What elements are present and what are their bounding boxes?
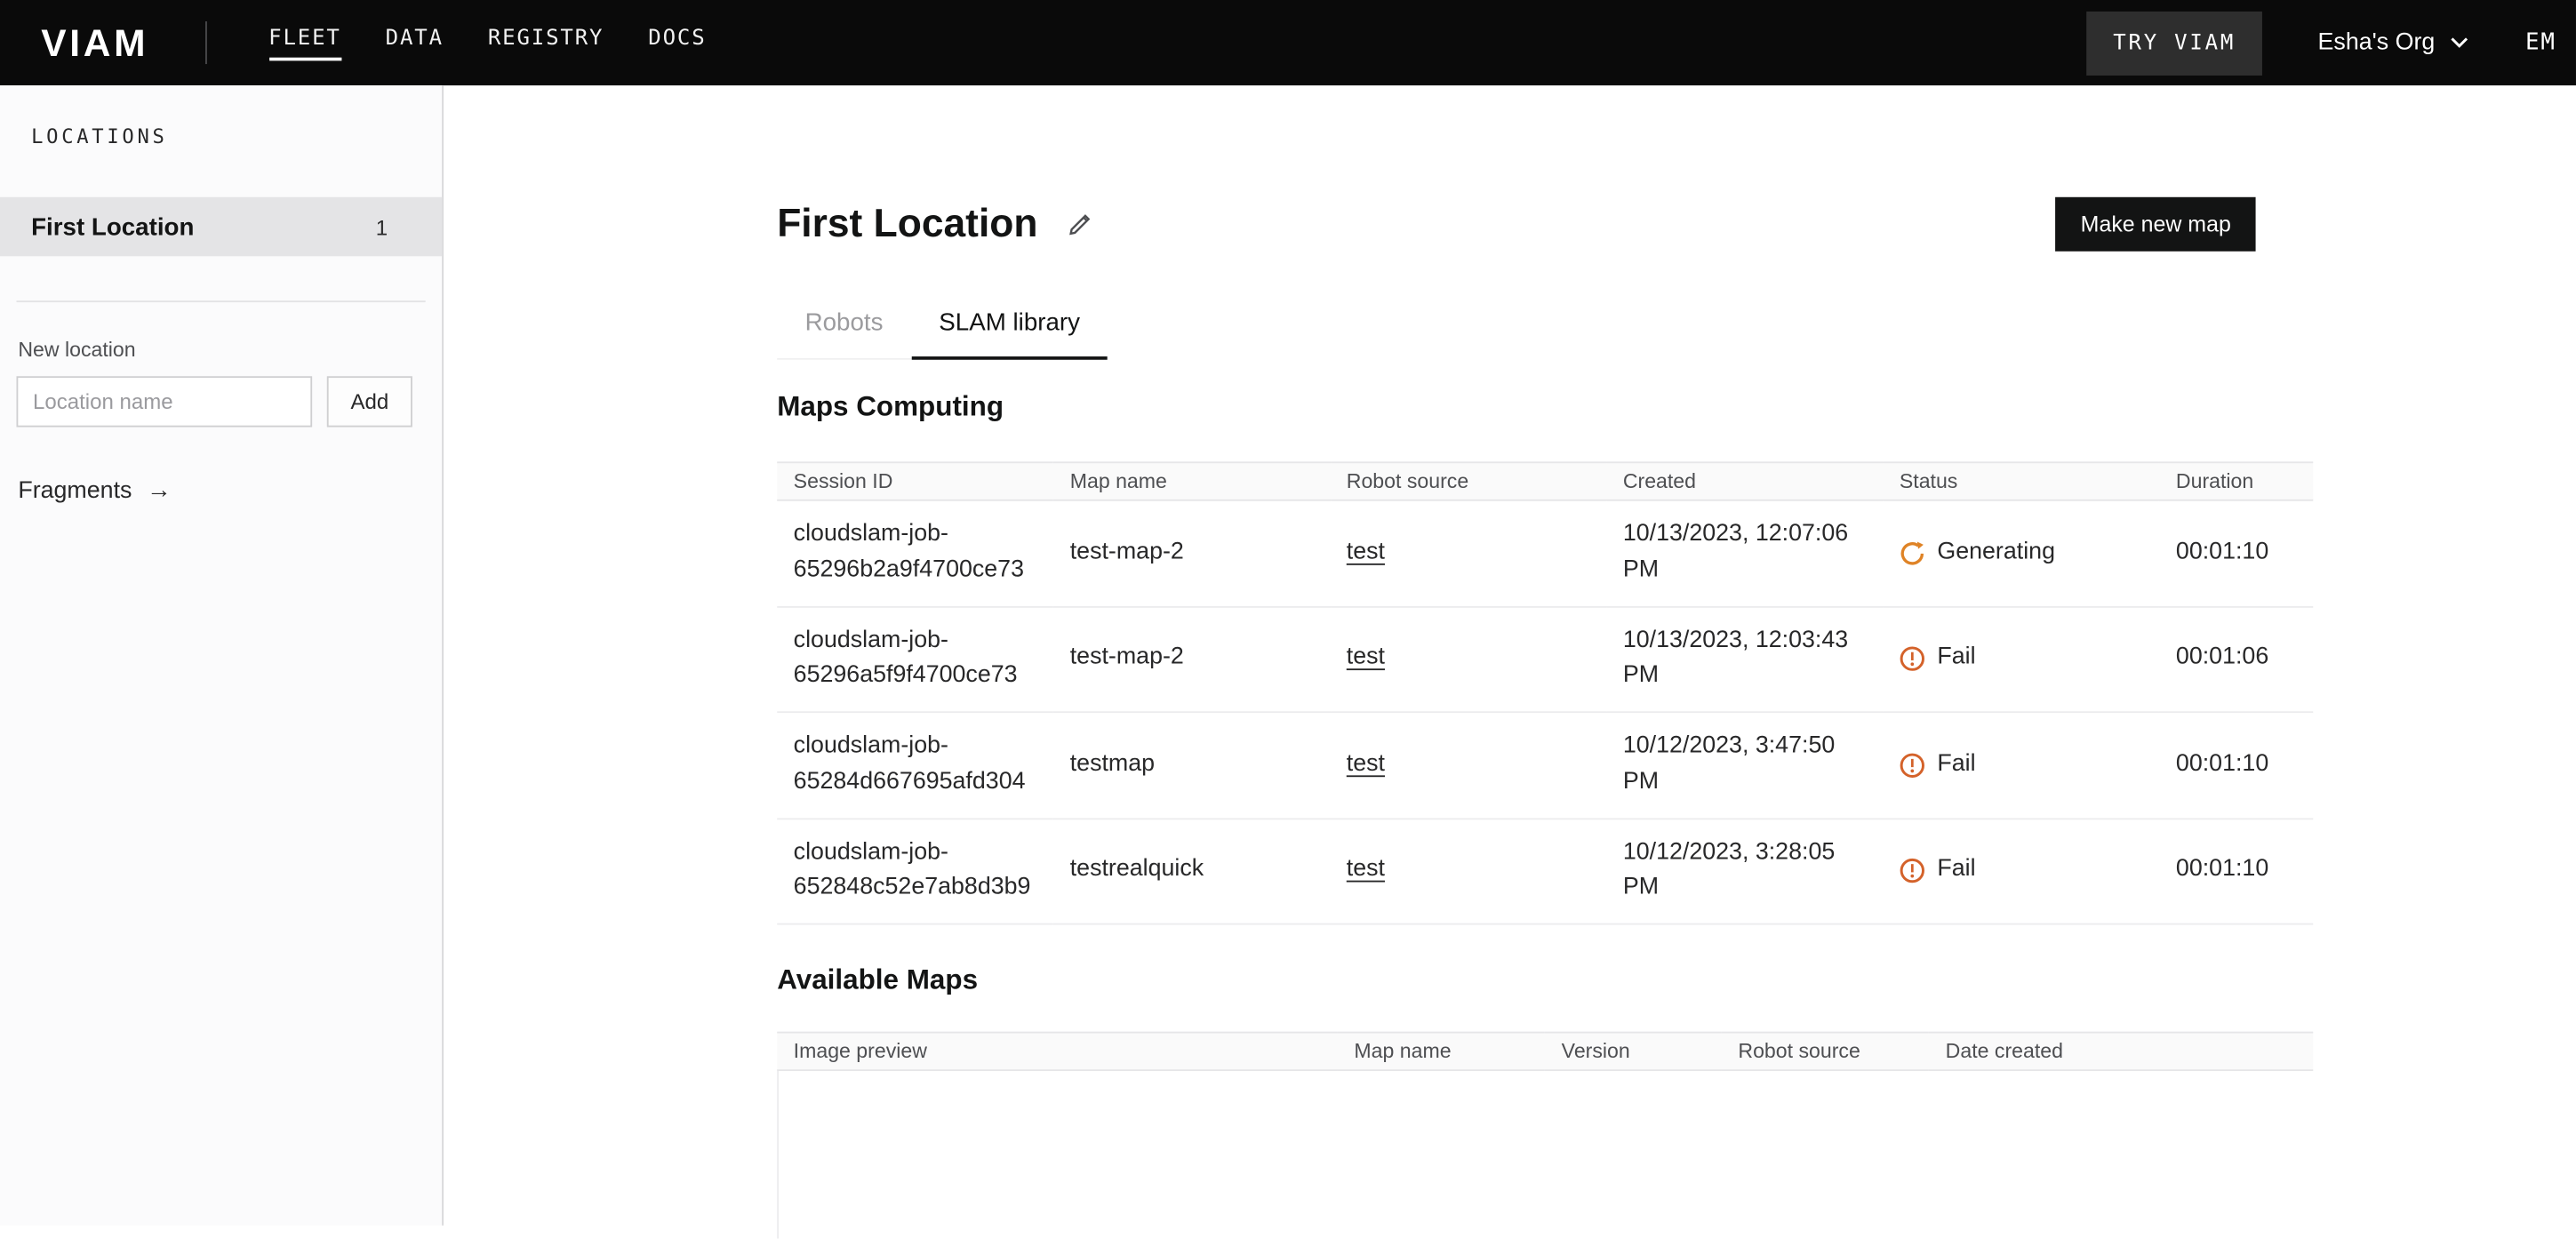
- nav-fleet[interactable]: FLEET: [268, 26, 341, 60]
- new-location-form: Add: [16, 376, 425, 427]
- try-viam-button[interactable]: TRY VIAM: [2087, 11, 2262, 75]
- map-name-cell: test-map-2: [1053, 606, 1330, 712]
- top-nav-bar: VIAM FLEET DATA REGISTRY DOCS TRY VIAM E…: [0, 0, 2576, 85]
- table-row: cloudslam-job-652848c52e7ab8d3b9 testrea…: [777, 818, 2313, 923]
- nav-docs[interactable]: DOCS: [648, 26, 706, 60]
- nav-data[interactable]: DATA: [386, 26, 444, 60]
- map-name-cell: testrealquick: [1053, 818, 1330, 923]
- edit-title-icon[interactable]: [1066, 211, 1092, 237]
- topbar-divider: [204, 21, 206, 64]
- robot-source-link[interactable]: test: [1347, 857, 1385, 883]
- viam-logo[interactable]: VIAM: [41, 20, 148, 65]
- fail-icon: [1900, 646, 1926, 673]
- make-new-map-button[interactable]: Make new map: [2056, 197, 2256, 252]
- duration-cell: 00:01:06: [2159, 606, 2313, 712]
- available-maps-empty: [777, 1071, 2313, 1239]
- duration-cell: 00:01:10: [2159, 712, 2313, 818]
- column-header-duration: Duration: [2159, 462, 2313, 500]
- duration-cell: 00:01:10: [2159, 818, 2313, 923]
- robot-source-link[interactable]: test: [1347, 750, 1385, 777]
- fail-icon: [1900, 752, 1926, 779]
- primary-nav: FLEET DATA REGISTRY DOCS: [268, 26, 706, 60]
- column-header-status: Status: [1883, 462, 2159, 500]
- fail-icon: [1900, 858, 1926, 884]
- sidebar-divider: [16, 300, 425, 302]
- sidebar-item-first-location[interactable]: First Location 1: [0, 197, 442, 257]
- column-header-robot-source: Robot source: [1330, 462, 1606, 500]
- status-label: Generating: [1937, 535, 2055, 571]
- locations-heading: LOCATIONS: [0, 85, 442, 148]
- column-header-session-id: Session ID: [777, 462, 1053, 500]
- tab-bar: Robots SLAM library: [777, 300, 1108, 360]
- created-cell: 10/12/2023, 3:47:50 PM: [1606, 712, 1883, 818]
- app-window: VIAM FLEET DATA REGISTRY DOCS TRY VIAM E…: [0, 0, 2576, 1226]
- org-menu[interactable]: Esha's Org: [2318, 29, 2470, 56]
- location-count-badge: 1: [376, 214, 388, 239]
- status-label: Fail: [1937, 747, 1975, 783]
- map-name-cell: testmap: [1053, 712, 1330, 818]
- topbar-right-group: TRY VIAM Esha's Org EM: [2087, 11, 2576, 75]
- column-header-date-created: Date created: [1929, 1033, 2313, 1071]
- page-title: First Location: [777, 197, 1037, 252]
- add-location-button[interactable]: Add: [327, 376, 412, 427]
- robot-source-link[interactable]: test: [1347, 644, 1385, 671]
- available-maps-heading: Available Maps: [777, 961, 2313, 999]
- table-row: cloudslam-job-65296a5f9f4700ce73 test-ma…: [777, 606, 2313, 712]
- maps-computing-heading: Maps Computing: [777, 388, 2313, 426]
- session-id-cell: cloudslam-job-65296a5f9f4700ce73: [777, 606, 1053, 712]
- column-header-image-preview: Image preview: [777, 1033, 1338, 1071]
- created-cell: 10/12/2023, 3:28:05 PM: [1606, 818, 1883, 923]
- created-cell: 10/13/2023, 12:03:43 PM: [1606, 606, 1883, 712]
- column-header-map-name: Map name: [1338, 1033, 1545, 1071]
- status-badge: Fail: [1900, 641, 2143, 676]
- new-location-label: New location: [18, 339, 442, 362]
- status-badge: Generating: [1900, 535, 2143, 571]
- status-label: Fail: [1937, 641, 1975, 676]
- status-badge: Fail: [1900, 853, 2143, 889]
- table-row: cloudslam-job-65284d667695afd304 testmap…: [777, 712, 2313, 818]
- map-name-cell: test-map-2: [1053, 500, 1330, 606]
- created-cell: 10/13/2023, 12:07:06 PM: [1606, 500, 1883, 606]
- arrow-right-icon: →: [147, 476, 172, 504]
- session-id-cell: cloudslam-job-65284d667695afd304: [777, 712, 1053, 818]
- table-row: cloudslam-job-65296b2a9f4700ce73 test-ma…: [777, 500, 2313, 606]
- tab-robots[interactable]: Robots: [777, 300, 911, 360]
- chevron-down-icon: [2450, 36, 2469, 50]
- location-name-input[interactable]: [16, 376, 312, 427]
- status-label: Fail: [1937, 853, 1975, 889]
- generating-icon: [1900, 540, 1926, 567]
- maps-computing-table: Session ID Map name Robot source Created…: [777, 461, 2313, 924]
- user-menu[interactable]: EM: [2525, 29, 2556, 56]
- status-badge: Fail: [1900, 747, 2143, 783]
- tab-slam-library[interactable]: SLAM library: [911, 300, 1108, 360]
- column-header-version: Version: [1545, 1033, 1722, 1071]
- table-header-row: Session ID Map name Robot source Created…: [777, 462, 2313, 500]
- nav-registry[interactable]: REGISTRY: [488, 26, 604, 60]
- fragments-link[interactable]: Fragments →: [18, 476, 171, 504]
- column-header-created: Created: [1606, 462, 1883, 500]
- title-row: First Location Make new map: [777, 197, 2313, 252]
- robot-source-link[interactable]: test: [1347, 539, 1385, 565]
- main-content: First Location Make new map Robots SLAM …: [444, 85, 2576, 1238]
- session-id-cell: cloudslam-job-652848c52e7ab8d3b9: [777, 818, 1053, 923]
- column-header-robot-source: Robot source: [1722, 1033, 1929, 1071]
- column-header-map-name: Map name: [1053, 462, 1330, 500]
- sidebar: LOCATIONS First Location 1 New location …: [0, 85, 444, 1226]
- org-name: Esha's Org: [2318, 29, 2436, 56]
- session-id-cell: cloudslam-job-65296b2a9f4700ce73: [777, 500, 1053, 606]
- fragments-label: Fragments: [18, 477, 132, 504]
- table-header-row: Image preview Map name Version Robot sou…: [777, 1033, 2313, 1071]
- location-name: First Location: [31, 212, 194, 240]
- available-maps-table: Image preview Map name Version Robot sou…: [777, 1032, 2313, 1071]
- duration-cell: 00:01:10: [2159, 500, 2313, 606]
